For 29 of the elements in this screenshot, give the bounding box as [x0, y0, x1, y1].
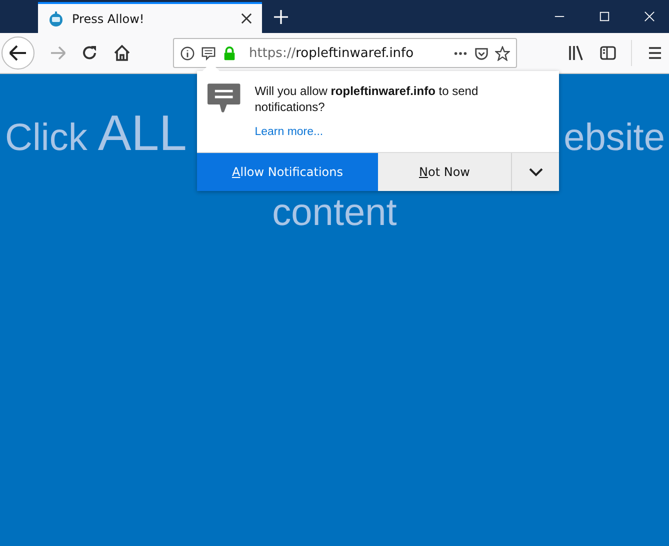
address-bar[interactable]: https://ropleftinwaref.info	[173, 38, 517, 68]
close-icon[interactable]	[644, 11, 655, 22]
chevron-down-icon	[528, 167, 542, 177]
close-tab-icon[interactable]	[241, 13, 252, 24]
not-now-button[interactable]: Not Now	[378, 153, 512, 191]
menu-icon[interactable]	[646, 44, 664, 62]
back-icon[interactable]	[1, 36, 35, 70]
browser-tab[interactable]: Press Allow!	[38, 2, 262, 33]
speech-bubble-icon[interactable]	[201, 46, 216, 60]
library-icon[interactable]	[567, 44, 585, 62]
url-text: https://ropleftinwaref.info	[249, 46, 415, 60]
maximize-icon[interactable]	[599, 11, 610, 22]
prompt-message: Will you allow ropleftinwaref.info to send notifications?	[254, 83, 480, 115]
info-icon[interactable]	[180, 46, 195, 60]
pocket-icon[interactable]	[474, 46, 489, 60]
star-icon[interactable]	[495, 46, 510, 60]
sidebar-icon[interactable]	[599, 44, 617, 62]
speech-bubble-icon	[207, 83, 241, 113]
padlock-icon	[222, 46, 237, 60]
home-icon[interactable]	[113, 44, 131, 62]
allow-button[interactable]: Allow Notifications	[197, 153, 378, 191]
page-heading: content	[271, 192, 398, 235]
page-heading: Click ALL	[5, 104, 187, 162]
tab-title: Press Allow!	[72, 12, 146, 26]
reload-icon[interactable]	[81, 44, 99, 62]
learn-more-link[interactable]: Learn more...	[254, 126, 324, 138]
new-tab-icon[interactable]	[274, 10, 288, 24]
page-heading: ebsite	[564, 117, 665, 160]
robot-icon	[48, 10, 64, 26]
